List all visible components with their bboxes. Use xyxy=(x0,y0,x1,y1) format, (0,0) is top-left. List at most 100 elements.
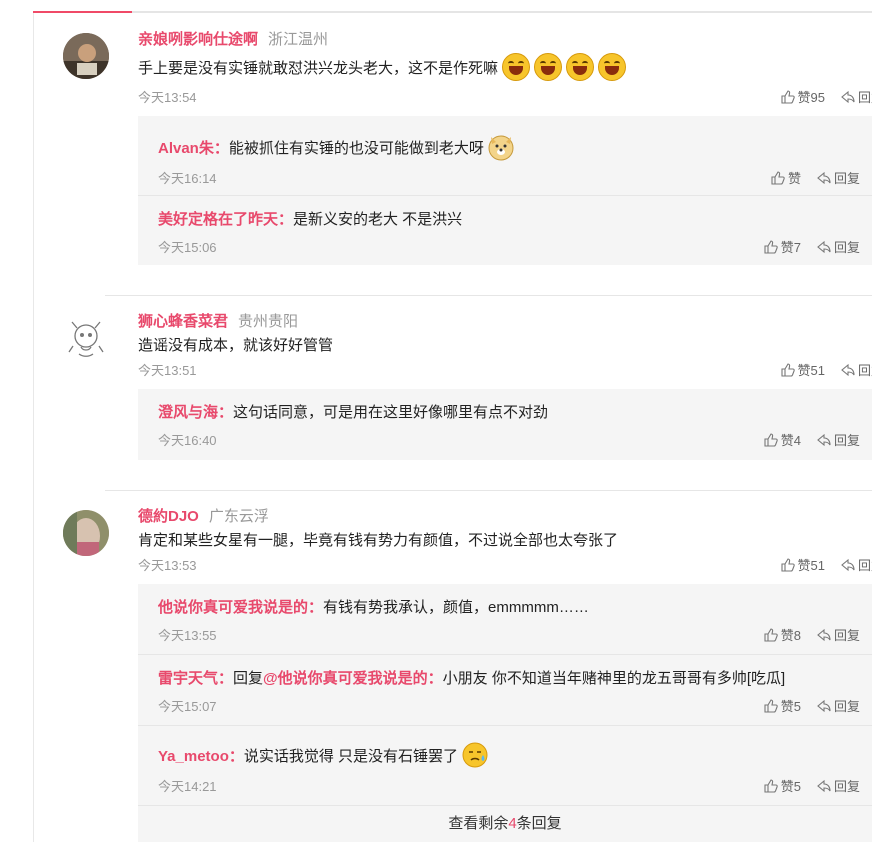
reply-item: 他说你真可爱我说是的： 有钱有势我承认，颜值，emmmmm…… 今天13:55 … xyxy=(138,584,872,654)
reply-time: 今天13:55 xyxy=(158,628,217,643)
reply-button[interactable]: 回复 xyxy=(817,237,860,256)
reply-time: 今天14:21 xyxy=(158,779,217,794)
comment-time: 今天13:53 xyxy=(138,558,197,573)
reply-text: 是新义安的老大 不是洪兴 xyxy=(293,211,463,228)
like-button[interactable]: 赞 xyxy=(771,168,801,187)
thumbs-up-icon xyxy=(771,170,785,185)
reply-line: 澄风与海： 这句话同意，可是用在这里好像哪里有点不对劲 xyxy=(158,401,548,422)
reply-button[interactable]: 回复 xyxy=(841,360,872,379)
comment-actions: 赞95 回复 xyxy=(765,87,872,106)
reply-button[interactable]: 回复 xyxy=(817,776,860,795)
reply-text: 这句话同意，可是用在这里好像哪里有点不对劲 xyxy=(233,404,549,421)
reply-button[interactable]: 回复 xyxy=(841,87,872,106)
like-button[interactable]: 赞51 xyxy=(780,360,825,379)
avatar[interactable] xyxy=(63,33,109,79)
thumbs-up-icon xyxy=(764,432,778,447)
reply-time: 今天16:40 xyxy=(158,433,217,448)
comment-2: 狮心蜂香菜君贵州贵阳 造谣没有成本，就该好好管管 今天13:51 赞51 回复 … xyxy=(33,296,872,490)
reply-label: 回复 xyxy=(857,90,872,105)
reply-author[interactable]: 他说你真可爱我说是的： xyxy=(158,596,323,617)
more-suffix: 条回复 xyxy=(516,815,562,832)
reply-label: 回复 xyxy=(833,699,860,714)
author-location: 广东云浮 xyxy=(208,508,269,525)
reply-actions: 赞5 回复 xyxy=(748,696,860,715)
reply-box: 澄风与海： 这句话同意，可是用在这里好像哪里有点不对劲 今天16:40 赞4 回… xyxy=(138,389,872,460)
reply-arrow-icon xyxy=(817,433,831,446)
reply-actions: 赞7 回复 xyxy=(748,237,860,256)
author-name[interactable]: 德約DJO xyxy=(138,508,199,525)
reply-item: Alvan朱： 能被抓住有实锤的也没可能做到老大呀 今天16:14 赞 回复 xyxy=(138,116,872,195)
thumbs-up-icon xyxy=(780,89,795,104)
like-count: 赞7 xyxy=(780,240,801,255)
author-name[interactable]: 狮心蜂香菜君 xyxy=(138,313,228,330)
reply-item: 美好定格在了昨天： 是新义安的老大 不是洪兴 今天15:06 赞7 回复 xyxy=(138,196,872,265)
reply-line: 他说你真可爱我说是的： 有钱有势我承认，颜值，emmmmm…… xyxy=(158,596,589,617)
laughing-emoji-icon xyxy=(502,53,531,81)
like-count: 赞 xyxy=(787,171,801,186)
like-button[interactable]: 赞4 xyxy=(764,430,801,449)
reply-text: 小朋友 你不知道当年赌神里的龙五哥哥有多帅[吃瓜] xyxy=(442,670,786,687)
reply-arrow-icon xyxy=(841,558,855,571)
reply-line: Alvan朱： 能被抓住有实锤的也没可能做到老大呀 xyxy=(158,133,515,161)
comment-text: 肯定和某些女星有一腿，毕竟有钱有势力有颜值，不过说全部也太夸张了 xyxy=(138,529,618,550)
thumbs-up-icon xyxy=(764,778,778,793)
reply-arrow-icon xyxy=(817,628,831,641)
laughing-emoji-icon xyxy=(534,53,563,81)
reply-mention[interactable]: @他说你真可爱我说是的： xyxy=(263,667,443,688)
view-more-replies-link[interactable]: 查看剩余4条回复 xyxy=(138,812,872,833)
reply-line: 美好定格在了昨天： 是新义安的老大 不是洪兴 xyxy=(158,208,462,229)
reply-author[interactable]: Alvan朱： xyxy=(158,137,229,158)
like-button[interactable]: 赞7 xyxy=(764,237,801,256)
comment-3: 德約DJO 广东云浮 肯定和某些女星有一腿，毕竟有钱有势力有颜值，不过说全部也太夸… xyxy=(33,491,872,842)
author-name[interactable]: 亲娘咧影响仕途啊 xyxy=(138,31,258,48)
reply-text: 有钱有势我承认，颜值，emmmmm…… xyxy=(323,599,589,616)
comment-actions: 赞51 回复 xyxy=(765,555,872,574)
reply-button[interactable]: 回复 xyxy=(817,168,860,187)
author-line: 德約DJO 广东云浮 xyxy=(138,505,269,526)
comment-body: 造谣没有成本，就该好好管管 xyxy=(138,337,334,354)
thumbs-up-icon xyxy=(780,362,795,377)
like-count: 赞51 xyxy=(797,558,825,573)
reply-text: 说实话我觉得 只是没有石锤罢了 xyxy=(243,747,459,765)
reply-time: 今天15:07 xyxy=(158,699,217,714)
reply-item: 雷宇天气： 回复 @他说你真可爱我说是的： 小朋友 你不知道当年赌神里的龙五哥哥… xyxy=(138,655,872,725)
sweat-emoji-icon xyxy=(461,741,489,769)
avatar[interactable] xyxy=(63,510,109,556)
like-button[interactable]: 赞51 xyxy=(780,555,825,574)
reply-actions: 赞 回复 xyxy=(755,168,860,187)
reply-line: 雷宇天气： 回复 @他说你真可爱我说是的： 小朋友 你不知道当年赌神里的龙五哥哥… xyxy=(158,667,785,688)
doge-emoji-icon xyxy=(487,133,515,161)
reply-button[interactable]: 回复 xyxy=(817,430,860,449)
reply-arrow-icon xyxy=(841,363,855,376)
reply-author[interactable]: 雷宇天气： xyxy=(158,667,233,688)
like-button[interactable]: 赞8 xyxy=(764,625,801,644)
reply-text: 能被抓住有实锤的也没可能做到老大呀 xyxy=(228,139,484,157)
reply-item: Ya_metoo： 说实话我觉得 只是没有石锤罢了 今天14:21 赞5 回复 xyxy=(138,726,872,805)
reply-button[interactable]: 回复 xyxy=(817,696,860,715)
reply-author[interactable]: 美好定格在了昨天： xyxy=(158,208,293,229)
reply-button[interactable]: 回复 xyxy=(817,625,860,644)
reply-label: 回复 xyxy=(833,433,860,448)
like-button[interactable]: 赞95 xyxy=(780,87,825,106)
reply-author[interactable]: 澄风与海： xyxy=(158,401,233,422)
reply-arrow-icon xyxy=(817,779,831,792)
avatar[interactable] xyxy=(63,316,109,362)
comment-actions: 赞51 回复 xyxy=(765,360,872,379)
author-line: 狮心蜂香菜君 贵州贵阳 xyxy=(138,310,298,331)
like-button[interactable]: 赞5 xyxy=(764,776,801,795)
reply-item: 澄风与海： 这句话同意，可是用在这里好像哪里有点不对劲 今天16:40 赞4 回… xyxy=(138,389,872,460)
reply-line: Ya_metoo： 说实话我觉得 只是没有石锤罢了 xyxy=(158,741,489,769)
reply-author[interactable]: Ya_metoo： xyxy=(158,745,244,766)
author-location: 浙江温州 xyxy=(268,31,329,48)
reply-prefix: 回复 xyxy=(233,670,264,687)
reply-label: 回复 xyxy=(833,628,860,643)
more-prefix: 查看剩余 xyxy=(448,815,509,832)
reply-label: 回复 xyxy=(857,363,872,378)
thumbs-up-icon xyxy=(764,698,778,713)
reply-arrow-icon xyxy=(817,171,831,184)
reply-box: Alvan朱： 能被抓住有实锤的也没可能做到老大呀 今天16:14 赞 回复 美… xyxy=(138,116,872,265)
comment-time: 今天13:51 xyxy=(138,363,197,378)
like-button[interactable]: 赞5 xyxy=(764,696,801,715)
like-count: 赞8 xyxy=(780,628,801,643)
reply-button[interactable]: 回复 xyxy=(841,555,872,574)
